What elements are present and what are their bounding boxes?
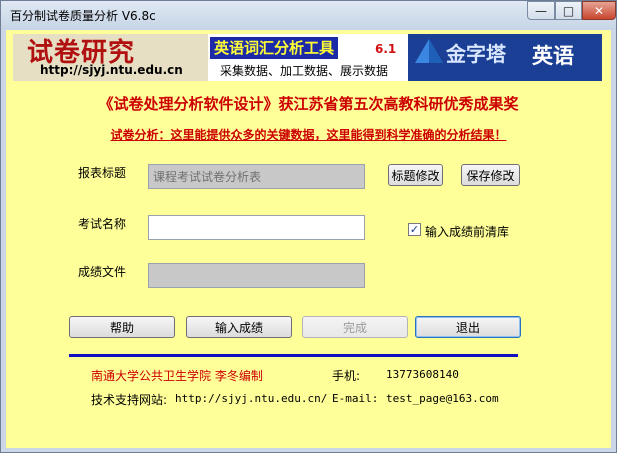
clear-before-input-checkbox[interactable]: ✓ [408, 223, 421, 236]
phone-value: 13773608140 [386, 368, 459, 381]
site-label: 技术支持网站: [91, 393, 168, 407]
banner-tool: 英语词汇分析工具 6.1 采集数据、加工数据、展示数据 [208, 34, 408, 81]
window-title: 百分制试卷质量分析 V6.8c [10, 9, 156, 23]
app-window: 百分制试卷质量分析 V6.8c — □ ✕ 试卷研究 http://sjyj.n… [0, 0, 617, 453]
exam-name-label: 考试名称 [78, 217, 127, 231]
done-button[interactable]: 完成 [302, 316, 408, 338]
edit-title-button[interactable]: 标题修改 [388, 164, 443, 186]
email-value[interactable]: test_page@163.com [386, 392, 499, 405]
maximize-button[interactable]: □ [555, 1, 582, 20]
exit-button[interactable]: 退出 [415, 316, 521, 338]
phone-label: 手机: [332, 369, 361, 383]
help-button[interactable]: 帮助 [69, 316, 175, 338]
clear-before-input-label[interactable]: 输入成绩前清库 [425, 223, 509, 240]
logo-url: http://sjyj.ntu.edu.cn [40, 63, 183, 77]
author-credit: 南通大学公共卫生学院 李冬编制 [91, 369, 263, 383]
report-title-label: 报表标题 [78, 166, 127, 180]
minimize-button[interactable]: — [527, 1, 555, 20]
award-heading: 《试卷处理分析软件设计》获江苏省第五次高教科研优秀成果奖 [98, 95, 519, 113]
main-panel: 试卷研究 http://sjyj.ntu.edu.cn 英语词汇分析工具 6.1… [6, 30, 611, 448]
banner: 试卷研究 http://sjyj.ntu.edu.cn 英语词汇分析工具 6.1… [13, 34, 602, 81]
save-changes-button[interactable]: 保存修改 [461, 164, 520, 186]
tool-version: 6.1 [375, 42, 397, 56]
close-button[interactable]: ✕ [582, 1, 616, 20]
email-label: E-mail: [332, 392, 379, 405]
pyramid-icon [415, 39, 443, 63]
tool-name: 英语词汇分析工具 [210, 37, 339, 59]
scores-file-input[interactable] [148, 263, 365, 288]
banner-brand: 金字塔 英语 [408, 34, 602, 81]
scores-file-label: 成绩文件 [78, 265, 127, 279]
brand-jzt: 金字塔 [446, 42, 506, 66]
title-bar[interactable]: 百分制试卷质量分析 V6.8c — □ ✕ [1, 1, 616, 30]
divider [69, 354, 518, 357]
site-url[interactable]: http://sjyj.ntu.edu.cn/ [175, 392, 327, 405]
input-scores-button[interactable]: 输入成绩 [186, 316, 292, 338]
brand-english: 英语 [532, 44, 574, 68]
tool-subtitle: 采集数据、加工数据、展示数据 [220, 64, 389, 78]
slogan: 试卷分析：这里能提供众多的关键数据，这里能得到科学准确的分析结果！ [110, 128, 507, 142]
exam-name-input[interactable] [148, 215, 365, 240]
report-title-input[interactable] [148, 164, 365, 189]
banner-logo: 试卷研究 http://sjyj.ntu.edu.cn [13, 34, 208, 81]
